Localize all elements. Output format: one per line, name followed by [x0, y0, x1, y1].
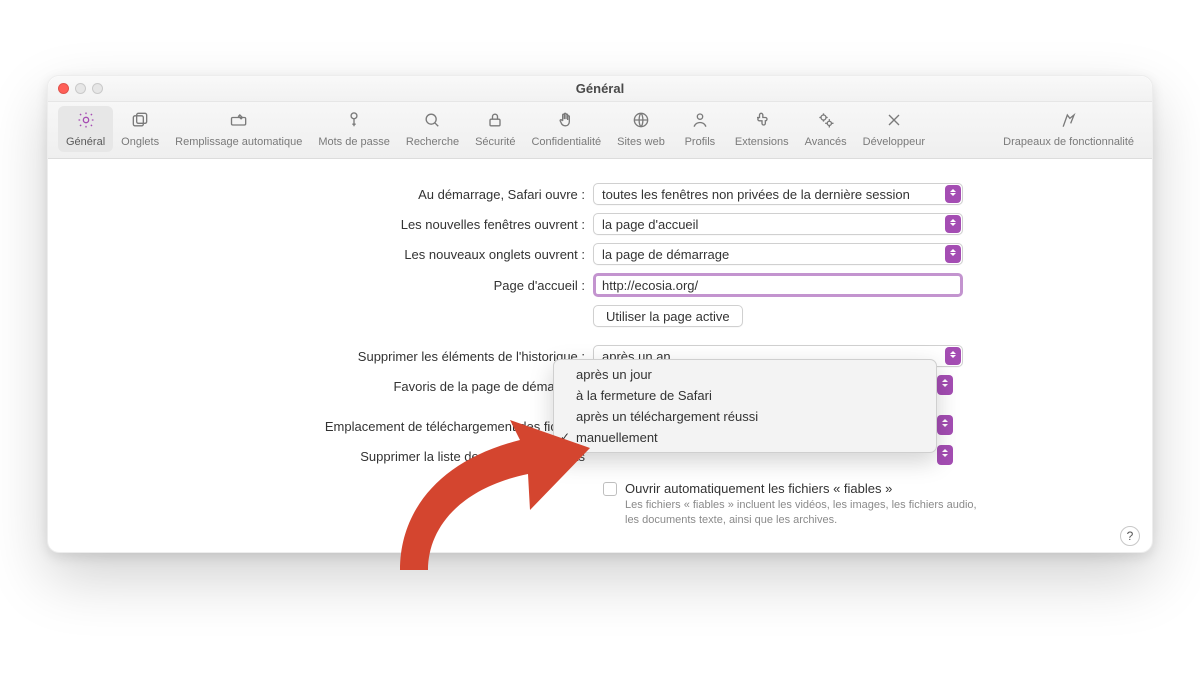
startup-label: Au démarrage, Safari ouvre :	[88, 187, 593, 202]
tab-privacy[interactable]: Confidentialité	[523, 106, 609, 152]
dropdown-option[interactable]: après un jour	[554, 364, 936, 385]
download-clear-dropdown: après un jour à la fermeture de Safari a…	[553, 359, 937, 453]
chevron-updown-icon	[937, 445, 953, 465]
tab-label: Drapeaux de fonctionnalité	[1003, 136, 1134, 148]
help-label: ?	[1127, 529, 1134, 543]
history-clear-label: Supprimer les éléments de l'historique :	[88, 349, 593, 364]
option-label: manuellement	[576, 430, 658, 445]
chevron-updown-icon	[945, 347, 961, 365]
chevron-updown-icon	[937, 375, 953, 395]
download-location-label: Emplacement de téléchargement des fichie…	[88, 419, 593, 434]
open-safe-files-label: Ouvrir automatiquement les fichiers « fi…	[625, 481, 892, 496]
chevron-updown-icon	[945, 245, 961, 263]
checkmark-icon: ✓	[560, 430, 570, 444]
tab-general[interactable]: Général	[58, 106, 113, 152]
option-label: après un téléchargement réussi	[576, 409, 758, 424]
tab-advanced[interactable]: Avancés	[797, 106, 855, 152]
select-value: toutes les fenêtres non privées de la de…	[602, 187, 910, 202]
tab-label: Général	[66, 136, 105, 148]
tab-label: Remplissage automatique	[175, 136, 302, 148]
key-icon	[343, 110, 365, 133]
tab-extensions[interactable]: Extensions	[727, 106, 797, 152]
select-value: la page d'accueil	[602, 217, 698, 232]
preferences-window: Général Général Onglets Remplissage auto…	[47, 75, 1153, 553]
lock-icon	[484, 110, 506, 133]
chevron-updown-icon	[945, 215, 961, 233]
search-icon	[421, 110, 443, 133]
preferences-toolbar: Général Onglets Remplissage automatique …	[48, 102, 1152, 159]
new-windows-select[interactable]: la page d'accueil	[593, 213, 963, 235]
globe-icon	[630, 110, 652, 133]
help-button[interactable]: ?	[1120, 526, 1140, 546]
use-current-page-button[interactable]: Utiliser la page active	[593, 305, 743, 327]
new-tabs-label: Les nouveaux onglets ouvrent :	[88, 247, 593, 262]
gears-icon	[815, 110, 837, 133]
tab-label: Onglets	[121, 136, 159, 148]
tab-label: Sites web	[617, 136, 665, 148]
dropdown-option[interactable]: à la fermeture de Safari	[554, 385, 936, 406]
tab-autofill[interactable]: Remplissage automatique	[167, 106, 310, 152]
tab-label: Mots de passe	[318, 136, 390, 148]
tab-tabs[interactable]: Onglets	[113, 106, 167, 152]
homepage-label: Page d'accueil :	[88, 278, 593, 293]
tab-label: Extensions	[735, 136, 789, 148]
tab-feature-flags[interactable]: Drapeaux de fonctionnalité	[995, 106, 1142, 152]
tab-websites[interactable]: Sites web	[609, 106, 673, 152]
titlebar: Général	[48, 76, 1152, 102]
content-area: Au démarrage, Safari ouvre : toutes les …	[48, 159, 1152, 558]
dropdown-option-selected[interactable]: ✓ manuellement	[554, 427, 936, 448]
minimize-window-button[interactable]	[75, 83, 86, 94]
chevron-updown-icon	[937, 415, 953, 435]
tab-label: Confidentialité	[531, 136, 601, 148]
new-windows-label: Les nouvelles fenêtres ouvrent :	[88, 217, 593, 232]
startup-select[interactable]: toutes les fenêtres non privées de la de…	[593, 183, 963, 205]
favorites-label: Favoris de la page de démarrage	[88, 379, 593, 394]
tab-label: Développeur	[863, 136, 925, 148]
homepage-input[interactable]	[593, 273, 963, 297]
person-icon	[689, 110, 711, 133]
puzzle-icon	[751, 110, 773, 133]
tab-passwords[interactable]: Mots de passe	[310, 106, 398, 152]
dropdown-option[interactable]: après un téléchargement réussi	[554, 406, 936, 427]
tab-security[interactable]: Sécurité	[467, 106, 523, 152]
tools-icon	[883, 110, 905, 133]
chevron-updown-icon	[945, 185, 961, 203]
window-title: Général	[576, 81, 624, 96]
new-tabs-select[interactable]: la page de démarrage	[593, 243, 963, 265]
close-window-button[interactable]	[58, 83, 69, 94]
button-label: Utiliser la page active	[606, 309, 730, 324]
gear-icon	[75, 110, 97, 133]
download-clear-label: Supprimer la liste des téléchargements	[88, 449, 593, 464]
hand-icon	[555, 110, 577, 133]
tab-label: Sécurité	[475, 136, 515, 148]
zoom-window-button[interactable]	[92, 83, 103, 94]
open-safe-files-checkbox[interactable]	[603, 482, 617, 496]
open-safe-files-hint: Les fichiers « fiables » incluent les vi…	[625, 498, 985, 528]
tabs-icon	[129, 110, 151, 133]
tab-profiles[interactable]: Profils	[673, 106, 727, 152]
tab-label: Profils	[685, 136, 716, 148]
flags-icon	[1058, 110, 1080, 133]
pencil-box-icon	[228, 110, 250, 133]
tab-label: Recherche	[406, 136, 459, 148]
option-label: après un jour	[576, 367, 652, 382]
tab-label: Avancés	[805, 136, 847, 148]
select-value: la page de démarrage	[602, 247, 729, 262]
tab-developer[interactable]: Développeur	[855, 106, 933, 152]
option-label: à la fermeture de Safari	[576, 388, 712, 403]
tab-search[interactable]: Recherche	[398, 106, 467, 152]
